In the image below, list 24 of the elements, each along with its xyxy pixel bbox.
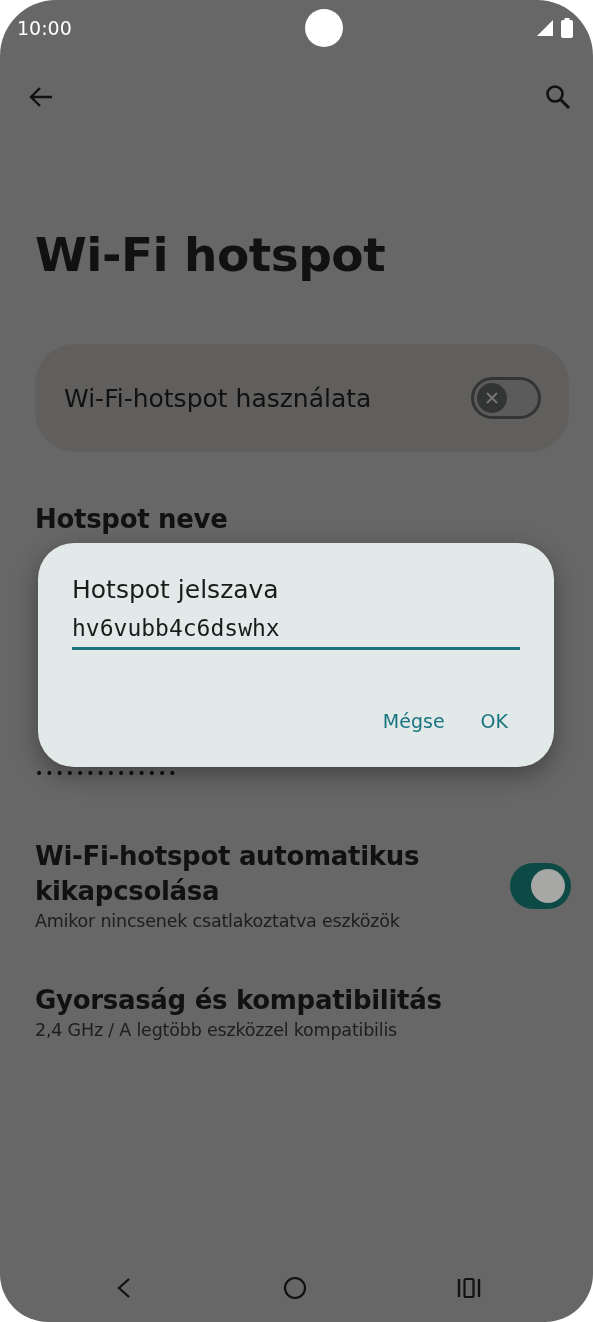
signal-icon [537,20,553,36]
home-nav-icon[interactable] [282,1276,307,1300]
toggle-switch[interactable] [471,377,541,419]
search-icon[interactable] [545,84,571,110]
battery-icon [561,18,573,38]
password-input-field[interactable]: hv6vubb4c6dswhx [72,615,520,650]
page-title: Wi-Fi hotspot [35,226,387,284]
toggle-label: Wi-Fi-hotspot használata [64,383,372,413]
setting-subtitle: 2,4 GHz / A legtöbb eszközzel kompatibilis [35,1019,399,1042]
password-dots: •••••••••••••• [35,765,179,781]
camera-hole-icon [305,9,344,47]
dialog-button[interactable]: Mégse [370,702,457,740]
dialog-title: Hotspot jelszava [72,574,280,606]
dialog-button[interactable]: OK [468,702,520,740]
recents-nav-icon[interactable] [457,1277,481,1299]
setting-title[interactable]: Hotspot neve [35,502,228,537]
status-time: 10:00 [17,17,72,39]
x-thumb-icon [477,383,507,413]
toggle-switch[interactable] [510,863,571,909]
back-arrow-icon[interactable] [28,85,54,109]
setting-subtitle: Amikor nincsenek csatlakoztatva eszközök [35,910,401,933]
setting-title[interactable]: Wi-Fi-hotspot automatikus kikapcsolása [35,839,499,909]
setting-title[interactable]: Gyorsaság és kompatibilitás [35,983,442,1018]
back-nav-icon[interactable] [116,1277,132,1299]
